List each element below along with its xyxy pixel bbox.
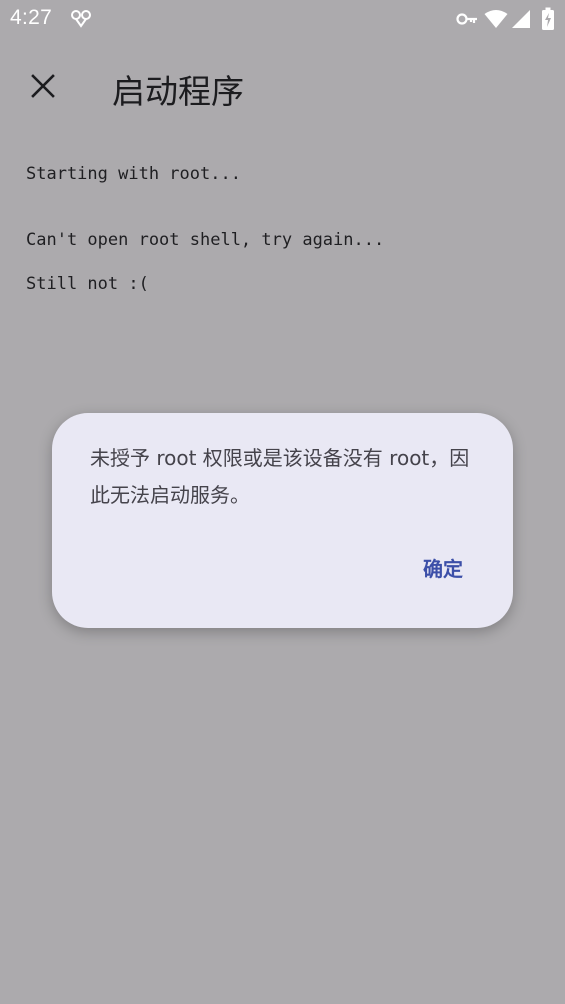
log-line: Can't open root shell, try again...: [26, 230, 385, 250]
close-button[interactable]: [20, 63, 66, 109]
log-line: Still not :(: [26, 274, 149, 294]
close-icon: [31, 74, 55, 98]
alert-dialog: 未授予 root 权限或是该设备没有 root，因此无法启动服务。 确定: [52, 413, 513, 628]
battery-charging-icon: [542, 7, 554, 30]
dialog-message: 未授予 root 权限或是该设备没有 root，因此无法启动服务。: [90, 446, 470, 507]
notification-icon: [71, 10, 91, 28]
page-title: 启动程序: [112, 72, 244, 111]
vpn-key-icon: [456, 13, 477, 25]
confirm-button[interactable]: 确定: [415, 549, 471, 586]
status-time: 4:27: [10, 6, 53, 29]
wifi-icon: [484, 10, 508, 28]
log-line: Starting with root...: [26, 164, 241, 184]
toolbar: 启动程序: [0, 38, 565, 138]
cellular-signal-icon: [512, 10, 530, 28]
status-bar: 4:27: [0, 0, 565, 38]
